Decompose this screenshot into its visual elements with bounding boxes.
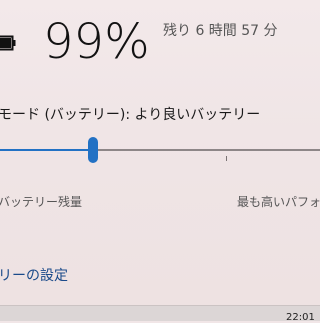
- slider-tick: [226, 156, 227, 161]
- taskbar: 22:01: [0, 305, 320, 323]
- battery-settings-link[interactable]: リーの設定: [0, 267, 68, 285]
- slider-right-label: 最も高いパフォ: [237, 195, 320, 209]
- battery-flyout: 99% 残り 6 時間 57 分 モード (バッテリー): より良いバッテリー …: [0, 0, 320, 305]
- battery-percentage: 99%: [43, 14, 150, 70]
- slider-left-label: バッテリー残量: [0, 195, 83, 209]
- power-mode-slider[interactable]: [0, 137, 320, 163]
- battery-time-remaining: 残り 6 時間 57 分: [163, 23, 278, 39]
- taskbar-clock[interactable]: 22:01: [286, 313, 315, 323]
- power-mode-label: モード (バッテリー): より良いバッテリー: [0, 107, 261, 123]
- slider-fill: [0, 149, 93, 151]
- battery-icon: [0, 30, 16, 56]
- slider-thumb[interactable]: [88, 137, 98, 163]
